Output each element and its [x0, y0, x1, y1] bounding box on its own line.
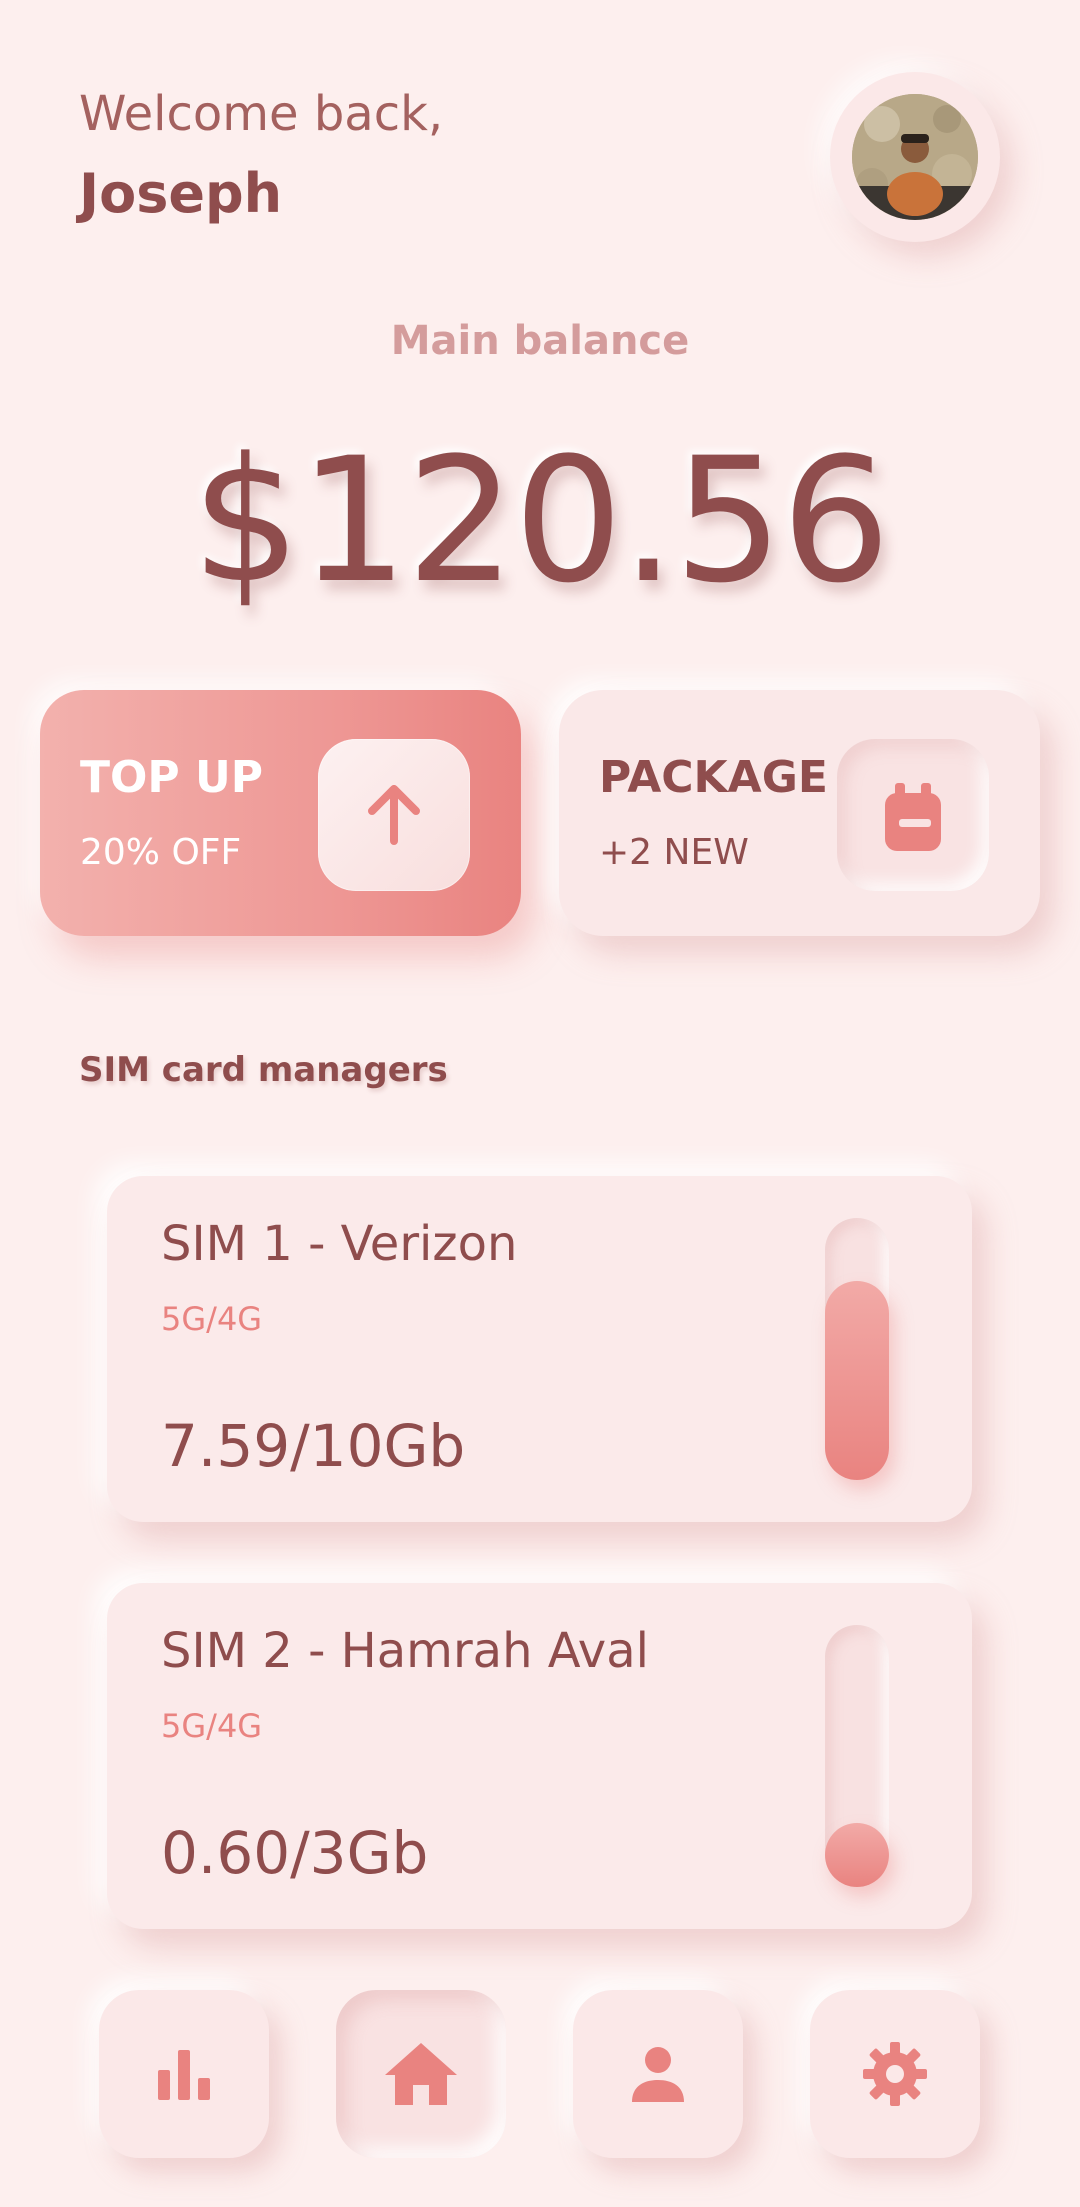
top-up-icon-button[interactable] [318, 739, 470, 891]
nav-settings-button[interactable] [810, 1990, 980, 2158]
arrow-up-icon [368, 785, 420, 845]
top-up-card[interactable]: TOP UP 20% OFF [40, 690, 521, 936]
package-title: PACKAGE [599, 752, 828, 803]
person-icon [632, 2047, 684, 2102]
bar-chart-icon [158, 2050, 210, 2100]
sim-usage-bar [825, 1218, 889, 1480]
sim-usage: 7.59/10Gb [161, 1412, 466, 1480]
avatar-button[interactable] [830, 72, 1000, 242]
package-icon-button[interactable] [837, 739, 989, 891]
sim-card-1[interactable]: SIM 1 - Verizon 5G/4G 7.59/10Gb [107, 1176, 972, 1522]
user-name: Joseph [79, 162, 283, 225]
sim-usage-bar [825, 1625, 889, 1887]
sim-usage: 0.60/3Gb [161, 1819, 429, 1887]
nav-home-button[interactable] [336, 1990, 506, 2158]
backpack-icon [885, 783, 941, 851]
sim-card-2[interactable]: SIM 2 - Hamrah Aval 5G/4G 0.60/3Gb [107, 1583, 972, 1929]
sim-usage-fill [825, 1823, 889, 1887]
sim-name: SIM 1 - Verizon [161, 1216, 518, 1272]
sim-usage-fill [825, 1281, 889, 1480]
package-card[interactable]: PACKAGE +2 NEW [559, 690, 1040, 936]
nav-stats-button[interactable] [99, 1990, 269, 2158]
home-icon [385, 2043, 457, 2105]
gear-icon [863, 2042, 927, 2106]
sim-network: 5G/4G [161, 1707, 263, 1745]
sim-section-label: SIM card managers [79, 1050, 448, 1090]
package-subtitle: +2 NEW [599, 832, 749, 873]
balance-amount: $120.56 [191, 420, 890, 621]
avatar [852, 94, 978, 220]
top-up-title: TOP UP [80, 752, 263, 803]
balance-label: Main balance [390, 318, 690, 364]
sim-name: SIM 2 - Hamrah Aval [161, 1623, 649, 1679]
top-up-subtitle: 20% OFF [80, 832, 242, 873]
welcome-text: Welcome back, [79, 86, 444, 142]
sim-network: 5G/4G [161, 1300, 263, 1338]
nav-profile-button[interactable] [573, 1990, 743, 2158]
